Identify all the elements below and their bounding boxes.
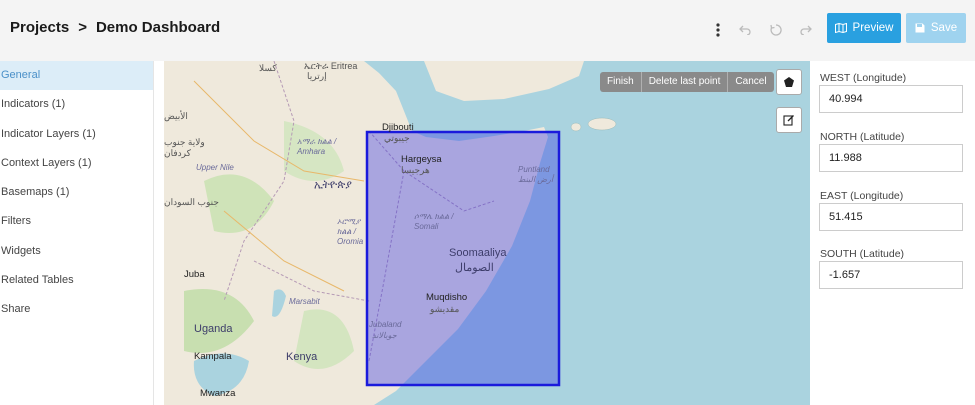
map-label-mwanza: Mwanza [200,388,236,399]
preview-button-label: Preview [852,22,894,34]
south-latitude-input[interactable]: -1.657 [819,261,963,289]
reset-icon[interactable] [764,18,788,42]
map-label-uganda: Uganda [194,323,233,335]
map-label-somali-region: ሶማሌ ክልል / Somali [414,212,454,231]
save-icon [915,23,925,33]
map-basemap [164,61,617,405]
map-label-djibouti: Djibouti [382,122,414,133]
north-label: NORTH (Latitude) [820,131,905,143]
top-bar: Projects > Demo Dashboard Preview Save [0,0,975,61]
sidebar-item-context-layers[interactable]: Context Layers (1) [0,149,153,178]
map-label-abyei: الأبيض [164,111,188,121]
map-label-jubaland: Jubaland [369,320,402,329]
redo-icon[interactable] [794,18,818,42]
sidebar-item-filters[interactable]: Filters [0,207,153,236]
polygon-icon [784,77,794,87]
map-label-juba: Juba [184,269,205,280]
more-options-icon[interactable] [706,18,730,42]
east-longitude-input[interactable]: 51.415 [819,203,963,231]
map-label-kampala: Kampala [194,351,232,362]
map-label-puntland-ar: أرض البنط [518,175,554,184]
sidebar-item-share[interactable]: Share [0,295,153,324]
map-label-oromia: ኦሮሚያ ክልል / Oromia [337,217,364,246]
map-label-eritrea-ar: إرتريا [307,71,327,81]
map-label-muqdisho-ar: مقديشو [430,304,460,314]
preview-button[interactable]: Preview [827,13,901,43]
map-label-hargeysa-ar: هرجيسا [401,165,430,175]
draw-polygon-tool[interactable] [776,69,802,95]
map-label-amhara: አማራ ክልል / Amhara [297,137,337,156]
map-label-marsabit: Marsabit [289,297,320,306]
cancel-draw-button[interactable]: Cancel [728,72,773,92]
map-label-puntland: Puntland [518,165,550,174]
map-label-somaaliya: Soomaaliya [449,247,507,259]
breadcrumb-separator: > [78,19,87,36]
map-label-somaaliya-ar: الصومال [455,262,494,274]
map-label-south-sudan: جنوب السودان [164,197,219,207]
sidebar-item-widgets[interactable]: Widgets [0,237,153,266]
sidebar: General Indicators (1) Indicator Layers … [0,61,154,405]
breadcrumb: Projects > Demo Dashboard [10,19,220,36]
sidebar-item-basemaps[interactable]: Basemaps (1) [0,178,153,207]
map-label-djibouti-ar: جيبوتي [384,133,410,143]
map-icon [834,23,847,33]
bounds-panel: WEST (Longitude) 40.994 NORTH (Latitude)… [810,61,975,405]
map-label-kassala: كسلا [259,63,277,73]
map-label-muqdisho: Muqdisho [426,292,468,303]
sidebar-item-general[interactable]: General [0,61,153,91]
map-label-jubaland-ar: جوبالاند [372,331,397,340]
breadcrumb-projects-link[interactable]: Projects [10,19,69,36]
west-label: WEST (Longitude) [820,72,907,84]
finish-button[interactable]: Finish [600,72,642,92]
edit-icon [783,115,794,126]
map-canvas[interactable]: كسلا ኤርትራ Eritrea إرتريا الأبيض ولاية جن… [164,61,810,405]
save-button[interactable]: Save [906,13,966,43]
delete-last-point-button[interactable]: Delete last point [642,72,729,92]
edit-geometry-tool[interactable] [776,107,802,133]
sidebar-item-indicators[interactable]: Indicators (1) [0,90,153,119]
sidebar-item-indicator-layers[interactable]: Indicator Layers (1) [0,120,153,149]
draw-toolbar: Finish Delete last point Cancel [600,72,774,92]
map-label-kenya: Kenya [286,351,318,363]
west-longitude-input[interactable]: 40.994 [819,85,963,113]
map-label-hargeysa: Hargeysa [401,154,442,165]
undo-icon[interactable] [733,18,757,42]
sidebar-item-related-tables[interactable]: Related Tables [0,266,153,295]
map-label-sudan-state: ولاية جنوب كردفان [164,137,205,158]
breadcrumb-current: Demo Dashboard [95,19,221,36]
south-label: SOUTH (Latitude) [820,248,905,260]
east-label: EAST (Longitude) [820,190,904,202]
save-button-label: Save [930,22,958,34]
north-latitude-input[interactable]: 11.988 [819,144,963,172]
map-label-ethiopia: ኢትዮጵያ [314,179,352,191]
map-label-upper-nile: Upper Nile [196,163,234,172]
